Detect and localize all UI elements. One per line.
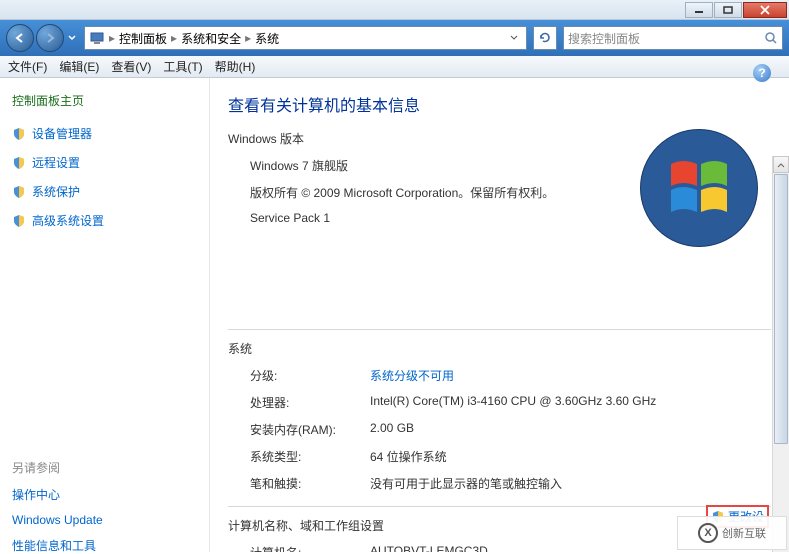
ram-value: 2.00 GB	[370, 421, 414, 438]
systype-value: 64 位操作系统	[370, 448, 447, 465]
menu-file[interactable]: 文件(F)	[8, 58, 47, 75]
minimize-icon	[694, 6, 704, 14]
back-button[interactable]	[6, 24, 34, 52]
shield-icon	[12, 214, 26, 228]
divider	[228, 329, 771, 330]
breadcrumb-item[interactable]: 控制面板	[119, 30, 167, 47]
search-placeholder: 搜索控制面板	[568, 30, 640, 47]
breadcrumb-separator: ▸	[171, 31, 177, 45]
system-section: 系统	[228, 340, 771, 357]
computer-name-label: 计算机名:	[250, 544, 370, 552]
address-dropdown[interactable]	[506, 35, 522, 41]
see-also-label: 另请参阅	[12, 459, 197, 476]
chevron-down-icon	[68, 35, 76, 41]
body: 控制面板主页 设备管理器 远程设置 系统保护 高级系统设置 另请参阅 操作中心 …	[0, 78, 789, 552]
sidebar-item-label: 远程设置	[32, 154, 80, 171]
sidebar-item-label: 高级系统设置	[32, 212, 104, 229]
pen-value: 没有可用于此显示器的笔或触控输入	[370, 475, 562, 492]
search-input[interactable]: 搜索控制面板	[563, 26, 783, 50]
arrow-right-icon	[43, 31, 57, 45]
see-also-windows-update[interactable]: Windows Update	[12, 513, 197, 527]
windows-logo-icon	[639, 128, 759, 248]
scroll-up-button[interactable]	[773, 156, 789, 173]
menu-edit[interactable]: 编辑(E)	[59, 58, 99, 75]
watermark-logo-icon: X	[698, 523, 718, 543]
breadcrumb-separator: ▸	[109, 31, 115, 45]
monitor-icon	[89, 30, 105, 46]
processor-value: Intel(R) Core(TM) i3-4160 CPU @ 3.60GHz …	[370, 394, 656, 411]
see-also-performance[interactable]: 性能信息和工具	[12, 537, 197, 554]
sidebar-item-advanced-settings[interactable]: 高级系统设置	[12, 212, 197, 229]
shield-icon	[12, 185, 26, 199]
breadcrumb-item[interactable]: 系统和安全	[181, 30, 241, 47]
search-icon	[764, 31, 778, 45]
maximize-icon	[723, 6, 733, 14]
nav-history-dropdown[interactable]	[66, 26, 78, 50]
systype-label: 系统类型:	[250, 448, 370, 465]
menu-view[interactable]: 查看(V)	[111, 58, 151, 75]
close-button[interactable]	[743, 2, 787, 18]
menu-bar: 文件(F) 编辑(E) 查看(V) 工具(T) 帮助(H)	[0, 56, 789, 78]
window-titlebar	[0, 0, 789, 20]
system-row-systype: 系统类型: 64 位操作系统	[228, 448, 771, 465]
system-row-processor: 处理器: Intel(R) Core(TM) i3-4160 CPU @ 3.6…	[228, 394, 771, 411]
sidebar-item-label: 设备管理器	[32, 125, 92, 142]
shield-icon	[12, 127, 26, 141]
refresh-button[interactable]	[533, 26, 557, 50]
address-bar[interactable]: ▸ 控制面板 ▸ 系统和安全 ▸ 系统	[84, 26, 527, 50]
watermark-text: 创新互联	[722, 525, 766, 541]
page-title: 查看有关计算机的基本信息	[228, 92, 771, 116]
sidebar: 控制面板主页 设备管理器 远程设置 系统保护 高级系统设置 另请参阅 操作中心 …	[0, 78, 210, 552]
navigation-bar: ▸ 控制面板 ▸ 系统和安全 ▸ 系统 搜索控制面板	[0, 20, 789, 56]
nav-arrows	[6, 24, 78, 52]
arrow-left-icon	[13, 31, 27, 45]
computer-name-value: AUTOBVT-LEMGC3D	[370, 544, 488, 552]
watermark: X 创新互联	[677, 516, 787, 550]
vertical-scrollbar[interactable]	[772, 156, 789, 552]
control-panel-home-link[interactable]: 控制面板主页	[12, 92, 197, 109]
menu-tools[interactable]: 工具(T)	[163, 58, 202, 75]
sidebar-item-device-manager[interactable]: 设备管理器	[12, 125, 197, 142]
shield-icon	[12, 156, 26, 170]
ram-label: 安装内存(RAM):	[250, 421, 370, 438]
system-row-rating: 分级: 系统分级不可用	[228, 367, 771, 384]
rating-label: 分级:	[250, 367, 370, 384]
divider	[228, 506, 771, 507]
pen-label: 笔和触摸:	[250, 475, 370, 492]
maximize-button[interactable]	[714, 2, 742, 18]
sidebar-item-label: 系统保护	[32, 183, 80, 200]
close-icon	[759, 5, 771, 15]
minimize-button[interactable]	[685, 2, 713, 18]
scrollbar-thumb[interactable]	[774, 174, 788, 444]
content-pane: 查看有关计算机的基本信息 Windows 版本 Windows 7 旗舰版 版权…	[210, 78, 789, 552]
refresh-icon	[538, 31, 552, 45]
breadcrumb-separator: ▸	[245, 31, 251, 45]
system-row-ram: 安装内存(RAM): 2.00 GB	[228, 421, 771, 438]
sidebar-item-remote-settings[interactable]: 远程设置	[12, 154, 197, 171]
menu-help[interactable]: 帮助(H)	[215, 58, 256, 75]
rating-value[interactable]: 系统分级不可用	[370, 367, 454, 384]
breadcrumb-item[interactable]: 系统	[255, 30, 279, 47]
forward-button[interactable]	[36, 24, 64, 52]
see-also-action-center[interactable]: 操作中心	[12, 486, 197, 503]
chevron-down-icon	[510, 35, 518, 41]
processor-label: 处理器:	[250, 394, 370, 411]
chevron-up-icon	[777, 162, 785, 168]
system-row-pen: 笔和触摸: 没有可用于此显示器的笔或触控输入	[228, 475, 771, 492]
sidebar-item-system-protection[interactable]: 系统保护	[12, 183, 197, 200]
